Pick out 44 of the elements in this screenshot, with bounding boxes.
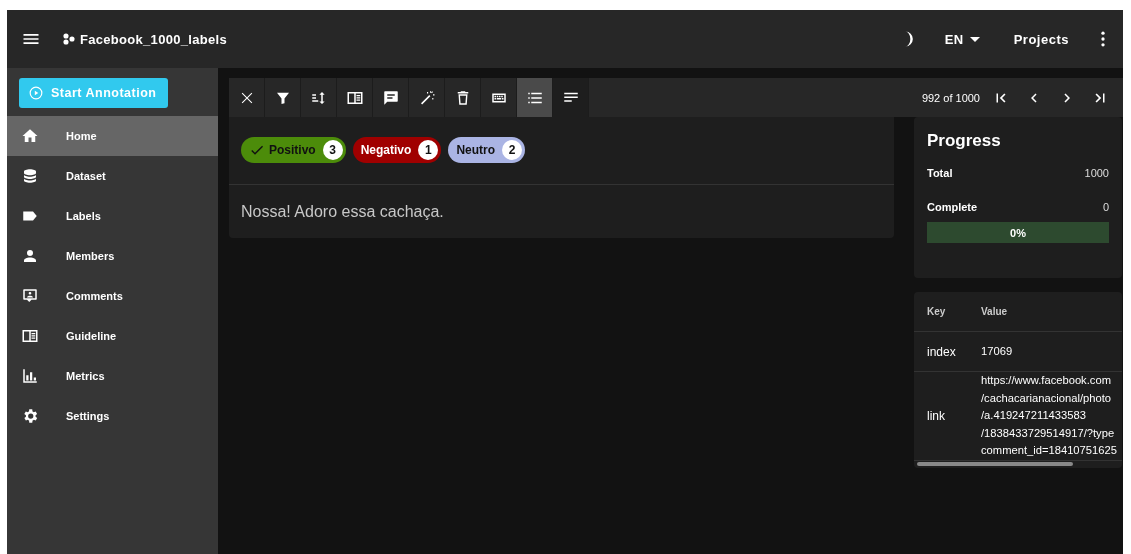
count-badge: 3 [322, 140, 343, 160]
book-icon [21, 327, 39, 345]
language-menu[interactable]: EN [938, 30, 986, 48]
nav-item[interactable]: Comments [7, 276, 218, 316]
count-badge: 1 [418, 140, 439, 160]
column-header: Key [926, 306, 947, 317]
column-header: Value [981, 306, 1008, 317]
progress-title: Progress [927, 131, 1002, 151]
person-icon [21, 247, 39, 265]
nav-item[interactable]: Settings [7, 396, 218, 436]
nav-item[interactable]: Home [7, 116, 218, 156]
stat-value: 0 [1102, 201, 1109, 213]
stat-label: Complete [927, 201, 978, 213]
label-chip[interactable]: Neutro 2 [448, 137, 526, 163]
projects-link[interactable]: Projects [1007, 30, 1075, 48]
nav-item[interactable]: Members [7, 236, 218, 276]
comment-icon [21, 287, 39, 305]
caret-icon [969, 36, 980, 42]
nav-item[interactable]: Dataset [7, 156, 218, 196]
label-chip[interactable]: Negativo 1 [352, 137, 442, 163]
play-circle-icon [29, 86, 43, 100]
comment-icon [381, 88, 400, 107]
nav-item[interactable]: Metrics [7, 356, 218, 396]
progress-percent: 0% [1010, 226, 1026, 239]
bar-chart-icon [21, 367, 39, 385]
stat-value: 1000 [1084, 167, 1109, 179]
stat-label: Total [927, 167, 953, 179]
page-counter: 992 of 1000 [921, 91, 980, 104]
dots-icon [63, 33, 75, 45]
view-mode-button[interactable] [553, 78, 589, 117]
count-badge: 2 [502, 140, 523, 160]
table-cell-text: https://www.facebook.com /cachacarianacional/photo /a.419247211433583 /1838433729514917/?type comment_id=18410751625 [981, 373, 1117, 458]
table-cell-text: 17069 [981, 343, 1013, 359]
database-icon [21, 167, 39, 185]
table-cell-text: index [926, 344, 957, 359]
project-title[interactable]: Facebook_1000_labels [80, 31, 227, 47]
home-icon [21, 127, 39, 145]
label-chip[interactable]: Positivo 3 [241, 137, 346, 163]
nav-item[interactable]: Labels [7, 196, 218, 236]
scrollbar[interactable] [917, 462, 1073, 466]
document-text: Nossa! Adoro essa cachaça. [240, 202, 445, 222]
view-mode-button[interactable] [517, 78, 553, 117]
table-cell-text: link [926, 408, 946, 423]
nav-item[interactable]: Guideline [7, 316, 218, 356]
